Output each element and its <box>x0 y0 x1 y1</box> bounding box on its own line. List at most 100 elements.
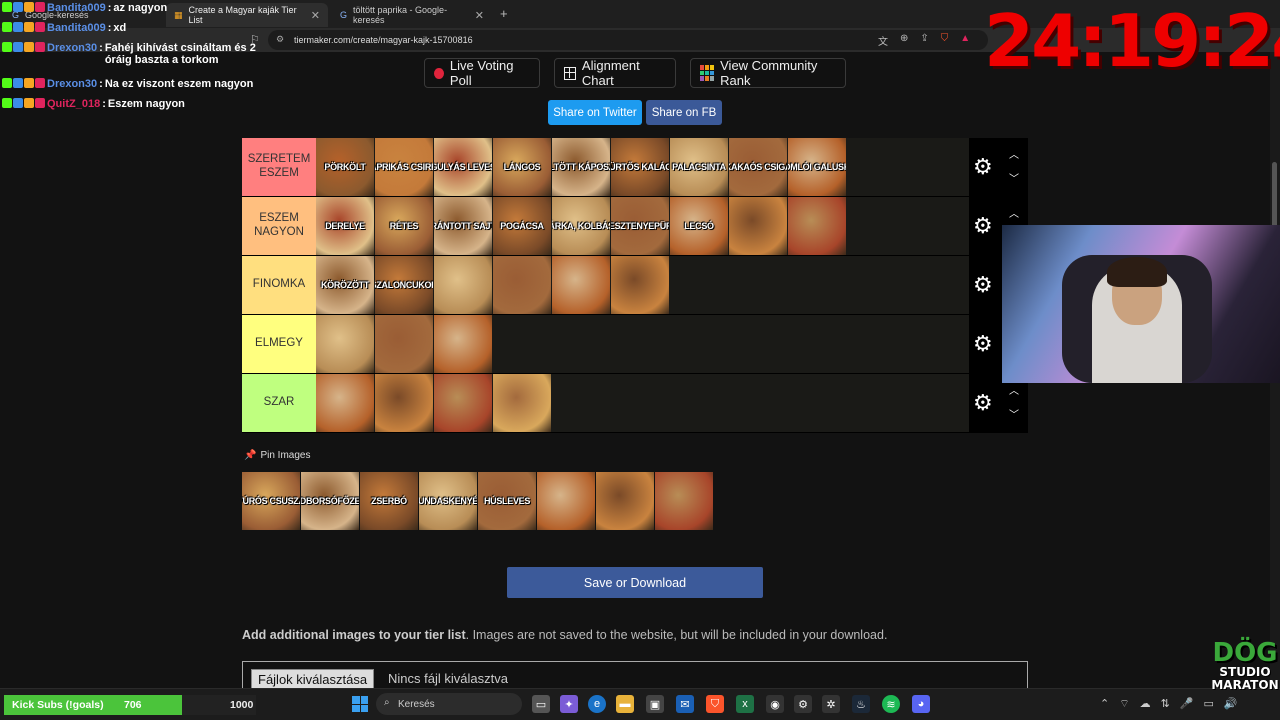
translate-icon[interactable]: 文 <box>878 33 888 48</box>
tier-item-image[interactable]: PÖRKÖLT <box>316 138 374 196</box>
brave-icon[interactable]: ⛉ <box>706 695 724 713</box>
tier-label[interactable]: FINOMKA <box>242 256 316 314</box>
view-community-rank-button[interactable]: View Community Rank <box>690 58 846 88</box>
rewards-icon[interactable]: ▲ <box>960 33 970 48</box>
tier-item-image[interactable]: RÁNTOTT SAJT <box>434 197 492 255</box>
tier-drop-zone[interactable]: KÖRÖZÖTT SZALONCUKOR <box>316 256 969 314</box>
tier-item-image[interactable]: ZÖLDBORSÓFŐZELÉK <box>301 472 359 530</box>
tier-item-image[interactable] <box>316 374 374 432</box>
file-input[interactable]: Fájlok kiválasztása Nincs fájl kiválaszt… <box>242 661 1028 691</box>
tier-item-image[interactable] <box>537 472 595 530</box>
gear-icon[interactable]: ⚙ <box>973 274 993 296</box>
tier-item-image[interactable] <box>552 256 610 314</box>
tier-item-image[interactable] <box>375 315 433 373</box>
tier-label[interactable]: ELMEGY <box>242 315 316 373</box>
tier-item-image[interactable] <box>493 374 551 432</box>
tier-drop-zone[interactable] <box>316 374 969 432</box>
tier-item-image[interactable]: PAPRIKÁS CSIRKE <box>375 138 433 196</box>
tier-label[interactable]: SZERETEM ESZEM <box>242 138 316 196</box>
tier-item-image[interactable]: RÉTES <box>375 197 433 255</box>
edge-icon[interactable]: e <box>588 695 606 713</box>
share-twitter-button[interactable]: Share on Twitter <box>548 100 642 125</box>
zoom-icon[interactable]: ⊕ <box>900 33 908 48</box>
tier-item-image[interactable]: KÜRTŐS KALÁCS <box>611 138 669 196</box>
gear-icon[interactable]: ⚙ <box>973 392 993 414</box>
cloud-icon[interactable]: ☁ <box>1140 697 1151 711</box>
gear-icon[interactable]: ⚙ <box>973 215 993 237</box>
gear-icon[interactable]: ⚙ <box>973 333 993 355</box>
chevron-up-icon[interactable]: ︿ <box>1009 382 1019 397</box>
file-explorer-icon[interactable]: ▬ <box>616 695 634 713</box>
tier-item-image[interactable]: TÚRÓS CSUSZA <box>242 472 300 530</box>
tier-item-image[interactable]: LECSÓ <box>670 197 728 255</box>
tier-item-image[interactable]: HÚSLEVES <box>478 472 536 530</box>
task-view-icon[interactable]: ▭ <box>532 695 550 713</box>
share-fb-button[interactable]: Share on FB <box>646 100 722 125</box>
network-icon[interactable]: ⇅ <box>1161 697 1170 711</box>
tab-google-paprika[interactable]: G töltött paprika - Google-keresés ✕ <box>332 3 492 27</box>
tier-item-image[interactable]: KUNDASKENYÉR <box>419 472 477 530</box>
chevron-down-icon[interactable]: ﹀ <box>1009 406 1019 421</box>
alignment-chart-button[interactable]: Alignment Chart <box>554 58 676 88</box>
chat-username[interactable]: Drexon30 <box>47 42 97 54</box>
gear-icon[interactable]: ⚙ <box>973 156 993 178</box>
mail-icon[interactable]: ✉ <box>676 695 694 713</box>
tier-item-image[interactable]: ZSERBÓ <box>360 472 418 530</box>
tier-item-image[interactable] <box>375 374 433 432</box>
obs-icon[interactable]: ◉ <box>766 695 784 713</box>
tier-item-image[interactable] <box>611 256 669 314</box>
spotify-icon[interactable]: ≋ <box>882 695 900 713</box>
tier-item-image[interactable] <box>434 256 492 314</box>
tier-item-image[interactable] <box>655 472 713 530</box>
tier-item-image[interactable]: POGÁCSA <box>493 197 551 255</box>
chat-username[interactable]: QuitZ_018 <box>47 98 100 110</box>
tier-item-image[interactable]: GULYÁS LEVES <box>434 138 492 196</box>
mic-icon[interactable]: 🎤 <box>1180 697 1194 711</box>
tier-item-image[interactable]: PÁRKA, KOLBÁSZ <box>552 197 610 255</box>
site-info-icon[interactable]: ⚙ <box>276 34 284 45</box>
copilot-icon[interactable]: ✦ <box>560 695 578 713</box>
tier-item-image[interactable]: LÁNGOS <box>493 138 551 196</box>
chat-username[interactable]: Bandita009 <box>47 22 106 34</box>
close-tab-icon[interactable]: ✕ <box>311 9 320 22</box>
gear-app-icon[interactable]: ✲ <box>822 695 840 713</box>
tier-item-image[interactable] <box>434 315 492 373</box>
discord-icon[interactable]: ◕ <box>912 695 930 713</box>
tier-item-image[interactable]: SZALONCUKOR <box>375 256 433 314</box>
tier-item-image[interactable]: DERELYE <box>316 197 374 255</box>
wifi-icon[interactable]: ⌔ <box>1119 697 1129 711</box>
tier-label[interactable]: ESZEM NAGYON <box>242 197 316 255</box>
steam-icon[interactable]: ♨ <box>852 695 870 713</box>
settings-icon[interactable]: ⚙ <box>794 695 812 713</box>
tier-item-image[interactable]: PALACSINTA <box>670 138 728 196</box>
tier-item-image[interactable]: KAKAÓS CSIGA <box>729 138 787 196</box>
live-voting-poll-button[interactable]: Live Voting Poll <box>424 58 540 88</box>
pin-images-toggle[interactable]: 📌 Pin Images <box>244 450 310 461</box>
tier-item-image[interactable] <box>316 315 374 373</box>
tier-item-image[interactable] <box>434 374 492 432</box>
close-tab-icon[interactable]: ✕ <box>475 9 484 22</box>
tier-item-image[interactable] <box>729 197 787 255</box>
chat-username[interactable]: Bandita009 <box>47 2 106 14</box>
tier-drop-zone[interactable]: DERELYE RÉTES RÁNTOTT SAJT POGÁCSA PÁRKA, KO… <box>316 197 969 255</box>
tier-item-image[interactable]: KÖRÖZÖTT <box>316 256 374 314</box>
chevron-up-icon[interactable]: ︿ <box>1009 146 1019 161</box>
tier-item-image[interactable] <box>493 256 551 314</box>
choose-files-button[interactable]: Fájlok kiválasztása <box>251 669 375 689</box>
taskbar-search[interactable]: ⌕ Keresés <box>376 693 522 715</box>
tier-item-image[interactable] <box>596 472 654 530</box>
tier-item-image[interactable]: TÖLTÖTT KÁPOSZTA <box>552 138 610 196</box>
chevron-down-icon[interactable]: ﹀ <box>1009 170 1019 185</box>
tier-drop-zone[interactable]: PÖRKÖLT PAPRIKÁS CSIRKEGULYÁS LEVES LÁNGOS… <box>316 138 969 196</box>
chat-username[interactable]: Drexon30 <box>47 78 97 90</box>
store-icon[interactable]: ▣ <box>646 695 664 713</box>
chevron-up-icon[interactable]: ︿ <box>1009 205 1019 220</box>
share-icon[interactable]: ⇪ <box>920 33 928 48</box>
chevron-up-icon[interactable]: ⌃ <box>1100 697 1109 711</box>
tier-label[interactable]: SZAR <box>242 374 316 432</box>
tier-item-image[interactable]: SOMLÓI GALUSKA <box>788 138 846 196</box>
windows-start-icon[interactable] <box>352 696 368 712</box>
tier-item-image[interactable] <box>788 197 846 255</box>
tier-item-image[interactable]: GESZTENYEPÜRÉ <box>611 197 669 255</box>
brave-shield-icon[interactable]: ⛉ <box>941 33 949 48</box>
